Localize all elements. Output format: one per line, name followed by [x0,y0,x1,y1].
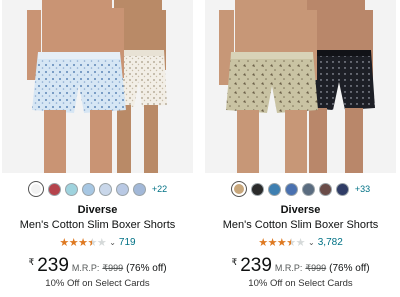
price: 239 [37,255,69,276]
color-swatches: +22 [2,181,193,197]
star-rating-icon: ★★★★★ [258,237,306,249]
offer-text: 10% Off on Select Cards [248,278,353,289]
discount: (76% off) [126,263,167,274]
more-colors-link[interactable]: +22 [152,184,167,194]
rating[interactable]: ★★★★★ ⌄ 719 [2,236,193,249]
currency-symbol: ₹ [231,257,238,267]
product-image[interactable] [2,0,193,173]
product-card[interactable]: +22 Diverse Men's Cotton Slim Boxer Shor… [2,0,193,297]
color-swatch[interactable] [284,182,298,196]
color-swatch[interactable] [301,182,315,196]
color-swatch[interactable] [250,182,264,196]
color-swatch[interactable] [64,182,78,196]
chevron-down-icon[interactable]: ⌄ [308,238,315,247]
color-swatch[interactable] [81,182,95,196]
discount: (76% off) [329,263,370,274]
mrp-label: M.R.P: [71,263,100,273]
price-row: ₹ 239 M.R.P: ₹999 (76% off) [2,255,193,277]
star-rating-icon: ★★★★★ [59,237,107,249]
currency-symbol: ₹ [28,257,35,267]
product-photo-boxers-light [27,0,167,173]
color-swatch[interactable] [230,181,247,197]
more-colors-link[interactable]: +33 [355,184,370,194]
color-swatch[interactable] [98,182,112,196]
color-swatch[interactable] [27,181,44,197]
rating[interactable]: ★★★★★ ⌄ 3,782 [205,236,396,249]
product-photo-boxers-dark [219,0,375,173]
color-swatch[interactable] [335,182,349,196]
brand-name: Diverse [77,204,118,216]
chevron-down-icon[interactable]: ⌄ [109,238,116,247]
color-swatches: +33 [205,181,396,197]
offer-text: 10% Off on Select Cards [45,278,150,289]
color-swatch[interactable] [132,182,146,196]
product-card[interactable]: +33 Diverse Men's Cotton Slim Boxer Shor… [205,0,396,297]
price: 239 [240,255,272,276]
color-swatch[interactable] [267,182,281,196]
color-swatch[interactable] [318,182,332,196]
product-title[interactable]: Men's Cotton Slim Boxer Shorts [205,219,396,231]
mrp-label: M.R.P: [274,263,303,273]
rating-count[interactable]: 3,782 [318,237,343,248]
rating-count[interactable]: 719 [119,237,136,248]
color-swatch[interactable] [47,182,61,196]
color-swatch[interactable] [115,182,129,196]
mrp-value: ₹999 [305,263,327,273]
product-title[interactable]: Men's Cotton Slim Boxer Shorts [2,219,193,231]
brand-name: Diverse [280,204,321,216]
price-row: ₹ 239 M.R.P: ₹999 (76% off) [205,255,396,277]
product-image[interactable] [205,0,396,173]
mrp-value: ₹999 [102,263,124,273]
